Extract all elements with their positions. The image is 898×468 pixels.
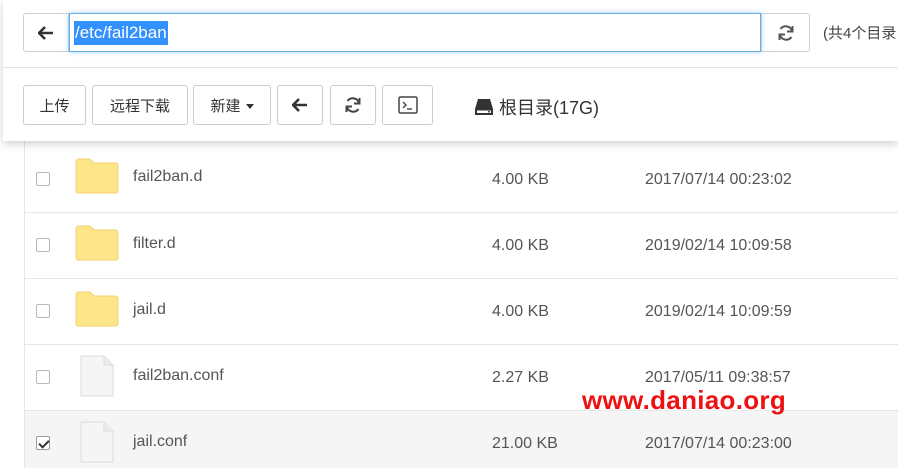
- caret-down-icon: [245, 103, 254, 109]
- toolbar: 上传 远程下载 新建 根目录(17G): [3, 68, 898, 141]
- file-name[interactable]: jail.d: [133, 301, 166, 319]
- refresh-icon: [778, 24, 793, 41]
- toolbar-panel: /etc/fail2ban (共4个目录 上传 远程下载 新建 根目录(17G): [3, 0, 898, 141]
- arrow-left-icon: [38, 25, 53, 40]
- path-text: /etc/fail2ban: [74, 20, 168, 45]
- remote-download-label: 远程下载: [109, 97, 170, 115]
- go-back-button[interactable]: [277, 85, 323, 125]
- terminal-icon: [397, 96, 418, 114]
- row-checkbox[interactable]: [36, 304, 50, 318]
- file-icon: [80, 355, 114, 397]
- upload-label: 上传: [39, 97, 70, 115]
- file-size: 4.00 KB: [492, 171, 549, 188]
- row-checkbox[interactable]: [36, 172, 50, 186]
- disk-label: 根目录(17G): [499, 98, 600, 118]
- file-date: 2017/07/14 00:23:00: [645, 435, 792, 452]
- table-row[interactable]: jail.d 4.00 KB 2019/02/14 10:09:59: [25, 279, 898, 345]
- terminal-button[interactable]: [382, 85, 433, 125]
- file-manager: fail2ban.d 4.00 KB 2017/07/14 00:23:02 f…: [0, 0, 898, 468]
- directory-summary: (共4个目录: [823, 25, 897, 42]
- file-size: 4.00 KB: [492, 237, 549, 254]
- folder-icon: [75, 291, 119, 327]
- file-name[interactable]: fail2ban.conf: [133, 367, 224, 385]
- back-button[interactable]: [24, 14, 69, 51]
- row-checkbox[interactable]: [36, 436, 50, 450]
- table-row[interactable]: jail.conf 21.00 KB 2017/07/14 00:23:00: [25, 411, 898, 468]
- file-date: 2017/07/14 00:23:02: [645, 171, 792, 188]
- file-date: 2019/02/14 10:09:59: [645, 303, 792, 320]
- file-icon: [80, 421, 114, 463]
- refresh-icon: [345, 97, 361, 113]
- arrow-left-icon: [292, 98, 307, 112]
- remote-download-button[interactable]: 远程下载: [92, 85, 188, 125]
- file-date: 2019/02/14 10:09:58: [645, 237, 792, 254]
- upload-button[interactable]: 上传: [23, 85, 86, 125]
- row-checkbox[interactable]: [36, 370, 50, 384]
- row-checkbox[interactable]: [36, 238, 50, 252]
- folder-icon: [75, 158, 119, 194]
- file-name[interactable]: fail2ban.d: [133, 168, 202, 186]
- table-row[interactable]: filter.d 4.00 KB 2019/02/14 10:09:58: [25, 213, 898, 279]
- disk-info[interactable]: 根目录(17G): [474, 94, 599, 120]
- address-row: /etc/fail2ban (共4个目录: [3, 0, 898, 68]
- refresh-button[interactable]: [330, 85, 376, 125]
- hard-drive-icon: [475, 99, 493, 115]
- new-dropdown-button[interactable]: 新建: [193, 85, 271, 125]
- file-name[interactable]: filter.d: [133, 235, 176, 253]
- path-input[interactable]: /etc/fail2ban: [69, 13, 761, 52]
- file-size: 21.00 KB: [492, 435, 558, 452]
- new-label: 新建: [210, 97, 241, 115]
- folder-icon: [75, 225, 119, 261]
- file-size: 2.27 KB: [492, 369, 549, 386]
- refresh-path-button[interactable]: [761, 14, 809, 51]
- file-name[interactable]: jail.conf: [133, 433, 187, 451]
- address-bar: /etc/fail2ban: [23, 13, 810, 52]
- table-row[interactable]: fail2ban.d 4.00 KB 2017/07/14 00:23:02: [25, 140, 898, 213]
- file-size: 4.00 KB: [492, 303, 549, 320]
- file-list: fail2ban.d 4.00 KB 2017/07/14 00:23:02 f…: [24, 140, 898, 468]
- watermark: www.daniao.org: [582, 385, 787, 415]
